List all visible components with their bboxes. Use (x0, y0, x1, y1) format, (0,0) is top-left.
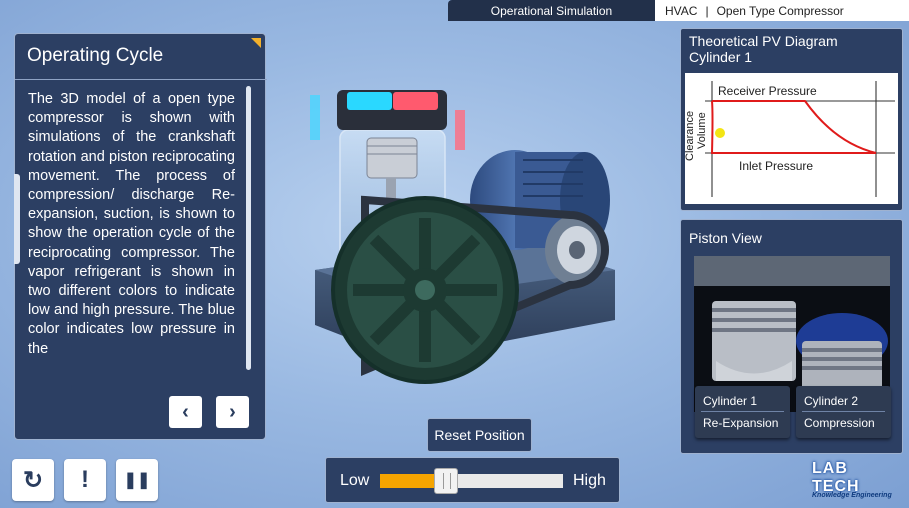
restart-icon: ↻ (22, 466, 44, 494)
top-bar: Operational Simulation HVAC | Open Type … (448, 0, 909, 21)
mode-label: Operational Simulation (448, 0, 655, 21)
piston-view-title: Piston View (689, 230, 762, 246)
cylinder-1-name: Cylinder 1 (703, 394, 758, 408)
receiver-pressure-label: Receiver Pressure (718, 84, 817, 98)
pause-button[interactable]: ❚❚ (116, 459, 158, 501)
speed-high-label: High (573, 472, 606, 489)
inlet-pressure-label: Inlet Pressure (739, 159, 813, 173)
labtech-logo: LAB TECH Knowledge Engineering (812, 460, 896, 504)
volume-label: Volume (696, 112, 708, 149)
speed-slider-thumb[interactable] (434, 468, 459, 494)
cylinder-2-state: Compression (804, 416, 875, 430)
restart-button[interactable]: ↻ (12, 459, 54, 501)
pause-icon: ❚❚ (123, 472, 151, 489)
breadcrumb: HVAC | Open Type Compressor (655, 0, 909, 21)
description-text: The 3D model of a open type compressor i… (28, 91, 235, 357)
cylinder-1-status: Cylinder 1 Re-Expansion (695, 386, 790, 438)
speed-control: Low High (325, 457, 620, 503)
panel-divider (15, 79, 267, 80)
cylinder-1-divider (701, 411, 784, 412)
pv-position-marker (715, 128, 725, 138)
pv-title-line-2: Cylinder 1 (689, 49, 753, 65)
pv-diagram-panel: Theoretical PV Diagram Cylinder 1 Receiv… (680, 28, 903, 211)
pv-title-line-1: Theoretical PV Diagram (689, 33, 838, 49)
cylinder-2-status: Cylinder 2 Compression (796, 386, 891, 438)
panel-title: Operating Cycle (27, 45, 164, 66)
prev-page-button[interactable]: ‹ (169, 396, 202, 428)
logo-tagline: Knowledge Engineering (812, 492, 892, 499)
cylinder-2-name: Cylinder 2 (804, 394, 859, 408)
pv-diagram-chart: Receiver Pressure Inlet Pressure Clearan… (685, 73, 898, 204)
piston-1 (712, 301, 796, 381)
breadcrumb-open-type-compressor[interactable]: Open Type Compressor (717, 4, 844, 18)
info-button[interactable]: ! (64, 459, 106, 501)
clearance-label: Clearance (685, 111, 696, 161)
description-scrollbar[interactable] (246, 86, 251, 370)
compressor-3d-model[interactable] (285, 70, 665, 390)
cylinder-2-divider (802, 411, 885, 412)
cylinder-1-state: Re-Expansion (703, 416, 779, 430)
exclamation-icon: ! (81, 466, 89, 493)
chevron-right-icon: › (229, 400, 236, 423)
speed-slider-track[interactable] (380, 468, 563, 494)
logo-text: LAB TECH (812, 460, 860, 495)
panel-collapse-tab[interactable] (14, 174, 20, 264)
pv-diagram-title: Theoretical PV Diagram Cylinder 1 (689, 33, 838, 65)
breadcrumb-hvac[interactable]: HVAC (665, 4, 697, 18)
pv-cycle-curve (710, 100, 877, 154)
operating-cycle-panel: Operating Cycle The 3D model of a open t… (14, 33, 267, 440)
piston-view-panel: Piston View Cylinder 1 Re-Expansion Cyli… (680, 219, 903, 454)
panel-corner-marker (251, 38, 261, 48)
breadcrumb-separator: | (705, 3, 709, 18)
next-page-button[interactable]: › (216, 396, 249, 428)
speed-low-label: Low (340, 472, 370, 489)
reset-position-button[interactable]: Reset Position (427, 418, 532, 452)
chevron-left-icon: ‹ (182, 400, 189, 423)
